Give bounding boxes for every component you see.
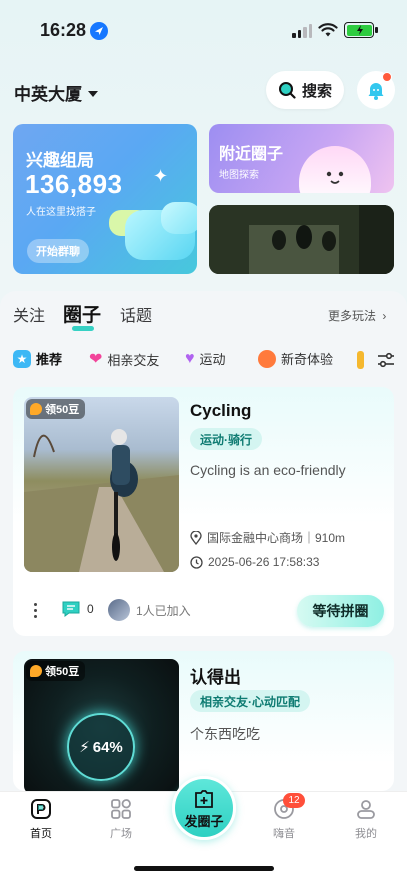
post-circle-button[interactable]: 发圈子 [172, 776, 236, 840]
notification-dot [382, 72, 392, 82]
nearby-circles-card[interactable]: 附近圈子 地图探索 [209, 124, 394, 193]
circle-card-datetime: 2025-06-26 17:58:33 [190, 555, 319, 569]
filter-icon [378, 352, 394, 368]
interest-card-subtitle: 人在这里找搭子 [26, 207, 96, 218]
location-text: 国际金融中心商场｜910m [207, 531, 346, 545]
circle-card-tag: 运动·骑行 [190, 428, 262, 450]
progress-ring: ⚡ 64% [67, 713, 135, 781]
category-label: 推荐 [36, 352, 63, 367]
more-play-link[interactable]: 更多玩法 › [328, 307, 386, 324]
circle-card-location: 国际金融中心商场｜910m [190, 529, 345, 546]
bolt-icon: ⚡ [79, 739, 90, 756]
filter-button[interactable] [377, 352, 395, 373]
tab-topics[interactable]: 话题 [120, 302, 152, 326]
circle-card-tag: 相亲交友·心动匹配 [190, 690, 310, 712]
heartbeat-icon: ♥ [185, 349, 195, 367]
search-icon [278, 82, 296, 99]
category-label: 运动 [199, 352, 226, 367]
more-options-icon[interactable] [34, 603, 37, 618]
comment-icon [62, 601, 80, 617]
cellular-signal-icon [292, 24, 312, 38]
location-arrow-icon [90, 22, 108, 40]
bean-reward-label: 领50豆 [45, 666, 80, 678]
comment-button[interactable]: 0 [61, 600, 94, 618]
home-indicator [134, 866, 274, 871]
circle-card-title: Cycling [190, 401, 252, 420]
nearby-card-title: 附近圈子 [219, 146, 284, 163]
post-plus-icon [195, 789, 213, 808]
comment-count: 0 [87, 602, 94, 616]
circle-card-title: 认得出 [190, 668, 241, 687]
location-selector[interactable]: 中英大厦 [14, 80, 98, 105]
grid-icon [111, 799, 131, 819]
post-circle-label: 发圈子 [184, 813, 224, 829]
category-overflow-icon [357, 351, 364, 369]
category-label: 新奇体验 [281, 352, 334, 367]
tabbar-me[interactable]: 我的 [336, 797, 396, 841]
wifi-icon [318, 22, 338, 43]
circle-card-description: Cycling is an eco-friendly [190, 462, 346, 478]
star-icon: ★ [13, 349, 31, 368]
waiting-join-button[interactable]: 等待拼圈 [297, 595, 384, 627]
mascot-illustration [299, 146, 371, 193]
category-label: 相亲交友 [107, 352, 160, 368]
status-time: 16:28 [40, 20, 87, 40]
joined-count: 1人已加入 [136, 603, 191, 618]
start-group-chat-button[interactable]: 开始群聊 [27, 239, 89, 263]
battery-nub [375, 27, 378, 33]
profile-icon [357, 800, 375, 819]
circle-card-description: 个东西吃吃 [190, 726, 260, 742]
tab-follow[interactable]: 关注 [13, 302, 45, 326]
home-icon [31, 799, 51, 819]
category-chip-dating[interactable]: ❤ 相亲交友 [89, 349, 159, 369]
location-label: 中英大厦 [14, 85, 82, 104]
circle-card-image [24, 397, 179, 572]
bean-icon [30, 665, 42, 677]
bean-reward-badge: 领50豆 [26, 399, 86, 419]
tabbar-home[interactable]: 首页 [11, 797, 71, 841]
hearts-icon: ❤ [89, 351, 103, 368]
search-button[interactable]: 搜索 [266, 71, 344, 109]
interest-card-title: 兴趣组局 [26, 151, 94, 170]
datetime-text: 2025-06-26 17:58:33 [208, 555, 320, 569]
sparkle-icon: ✦ [153, 166, 169, 186]
audio-badge: 12 [283, 793, 305, 808]
bean-reward-badge: 领50豆 [26, 661, 86, 681]
tabbar-plaza[interactable]: 广场 [91, 797, 151, 841]
tabbar-label: 我的 [355, 828, 377, 840]
caret-down-icon [88, 90, 98, 97]
interest-group-card[interactable]: 兴趣组局 136,893 人在这里找搭子 开始群聊 ✦ [13, 124, 197, 274]
clock-icon [190, 555, 203, 569]
tab-circles[interactable]: 圈子 [63, 300, 101, 327]
bean-icon [30, 403, 42, 415]
featured-photo-card[interactable] [209, 205, 394, 274]
nearby-card-subtitle: 地图探索 [219, 170, 259, 181]
chevron-right-icon: › [382, 309, 387, 323]
category-chip-recommend[interactable]: ★ 推荐 [13, 349, 62, 368]
category-chip-novel[interactable]: 新奇体验 [258, 349, 333, 368]
bean-reward-label: 领50豆 [45, 404, 80, 416]
more-play-label: 更多玩法 [328, 309, 377, 323]
search-label: 搜索 [301, 82, 332, 100]
chat-bubble-illustration [161, 202, 197, 234]
location-pin-icon [190, 530, 202, 545]
joined-members[interactable]: 1人已加入 [108, 599, 191, 621]
avatar [108, 599, 130, 621]
category-chip-sports[interactable]: ♥ 运动 [185, 349, 226, 368]
tabbar-label: 广场 [110, 828, 132, 840]
interest-card-count: 136,893 [25, 169, 123, 199]
planet-icon [258, 349, 276, 368]
battery-icon [344, 22, 374, 38]
progress-label: 64% [92, 738, 123, 756]
active-tab-indicator [72, 326, 94, 331]
tabbar-label: 首页 [30, 828, 52, 840]
tabbar-label: 嗨音 [273, 828, 295, 840]
